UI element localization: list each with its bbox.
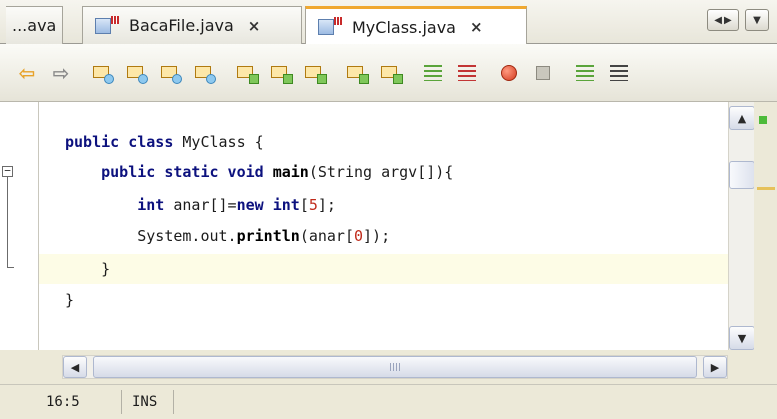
horizontal-scrollbar[interactable]: ◀ ▶ bbox=[62, 355, 728, 379]
close-icon[interactable]: × bbox=[248, 17, 261, 35]
dropdown-icon: ▼ bbox=[753, 14, 761, 26]
code-token: public static void bbox=[101, 163, 273, 181]
code-token: main bbox=[272, 163, 309, 181]
editor-window: ...ava BacaFile.java × MyClass.java × ◀ … bbox=[0, 0, 777, 419]
toggle-highlight-icon[interactable] bbox=[192, 60, 218, 86]
scroll-up-icon[interactable]: ▲ bbox=[729, 106, 755, 130]
scroll-right-icon[interactable]: ▶ bbox=[703, 356, 727, 378]
tab-overflow[interactable]: ...ava bbox=[6, 6, 64, 44]
fold-guide bbox=[7, 177, 8, 267]
code-token: ]); bbox=[363, 227, 391, 245]
previous-bookmark-icon[interactable] bbox=[234, 60, 260, 86]
horizontal-scroll-thumb[interactable] bbox=[93, 356, 697, 378]
tab-bacafile[interactable]: BacaFile.java × bbox=[82, 6, 302, 44]
tab-overflow-label: ...ava bbox=[12, 16, 57, 35]
toggle-bookmark-icon[interactable] bbox=[302, 60, 328, 86]
current-line-marker[interactable] bbox=[757, 187, 775, 190]
tab-label: BacaFile.java bbox=[129, 16, 234, 35]
code-token: } bbox=[65, 260, 111, 278]
more-icon[interactable] bbox=[606, 60, 632, 86]
code-token: anar[]= bbox=[164, 196, 237, 214]
back-icon[interactable]: ⇦ bbox=[14, 60, 40, 86]
scroll-left-icon[interactable]: ◀ bbox=[714, 15, 722, 26]
tab-label: MyClass.java bbox=[352, 17, 456, 37]
shift-left-icon[interactable] bbox=[344, 60, 370, 86]
forward-icon[interactable]: ⇨ bbox=[48, 60, 74, 86]
scroll-down-icon[interactable]: ▼ bbox=[729, 326, 755, 350]
code-token: (anar[ bbox=[299, 227, 354, 245]
menu-format-icon[interactable] bbox=[572, 60, 598, 86]
vertical-scroll-thumb[interactable] bbox=[729, 161, 755, 189]
tab-myclass[interactable]: MyClass.java × bbox=[305, 6, 527, 45]
comment-icon[interactable] bbox=[420, 60, 446, 86]
close-icon[interactable]: × bbox=[470, 18, 483, 36]
code-token: [ bbox=[299, 196, 309, 214]
code-token: ]; bbox=[317, 196, 336, 214]
code-token: System.out. bbox=[65, 227, 237, 245]
java-file-icon bbox=[316, 17, 344, 37]
code-token: 0 bbox=[354, 227, 364, 245]
code-token: println bbox=[236, 227, 300, 245]
code-gutter: − bbox=[0, 102, 38, 350]
shift-right-icon[interactable] bbox=[378, 60, 404, 86]
error-stripe bbox=[754, 102, 777, 350]
code-line[interactable]: public class MyClass { bbox=[39, 127, 729, 157]
vertical-scrollbar[interactable]: ▲ ▼ bbox=[728, 102, 755, 350]
grip-icon bbox=[390, 363, 400, 371]
code-token: new int bbox=[236, 196, 300, 214]
find-selection-icon[interactable] bbox=[90, 60, 116, 86]
code-token: int bbox=[137, 196, 165, 214]
stop-macro-icon[interactable] bbox=[530, 60, 556, 86]
find-previous-icon[interactable] bbox=[124, 60, 150, 86]
tab-list-button[interactable]: ▼ bbox=[745, 9, 769, 31]
code-token: (String argv[]){ bbox=[308, 163, 454, 181]
code-token: MyClass { bbox=[182, 133, 264, 151]
code-line[interactable]: } bbox=[39, 254, 729, 284]
status-ok-marker[interactable] bbox=[759, 116, 767, 124]
fold-end-marker bbox=[7, 267, 14, 268]
code-line[interactable]: public static void main(String argv[]){ bbox=[39, 157, 729, 187]
scroll-tabs-button[interactable]: ◀ ▶ bbox=[707, 9, 739, 31]
insert-mode[interactable]: INS bbox=[124, 390, 174, 414]
code-editor[interactable]: public class MyClass { public static voi… bbox=[38, 102, 729, 350]
code-line[interactable]: } bbox=[39, 285, 729, 315]
tab-bar: ...ava BacaFile.java × MyClass.java × ◀ … bbox=[0, 0, 777, 45]
start-macro-icon[interactable] bbox=[496, 60, 522, 86]
status-bar: 16:5 INS bbox=[0, 384, 777, 419]
fold-toggle-icon[interactable]: − bbox=[2, 165, 13, 177]
scroll-left-icon[interactable]: ◀ bbox=[63, 356, 87, 378]
find-next-icon[interactable] bbox=[158, 60, 184, 86]
java-file-icon bbox=[93, 15, 121, 36]
editor-toolbar: ⇦ ⇨ bbox=[0, 44, 777, 102]
tab-navigation: ◀ ▶ ▼ bbox=[707, 9, 769, 31]
uncomment-icon[interactable] bbox=[454, 60, 480, 86]
code-token: public class bbox=[65, 133, 183, 151]
next-bookmark-icon[interactable] bbox=[268, 60, 294, 86]
scroll-right-icon[interactable]: ▶ bbox=[724, 15, 732, 26]
cursor-position: 16:5 bbox=[10, 390, 122, 414]
code-token: } bbox=[65, 291, 75, 309]
code-line[interactable]: int anar[]=new int[5]; bbox=[39, 190, 729, 220]
code-token: 5 bbox=[308, 196, 318, 214]
code-line[interactable]: System.out.println(anar[0]); bbox=[39, 221, 729, 251]
